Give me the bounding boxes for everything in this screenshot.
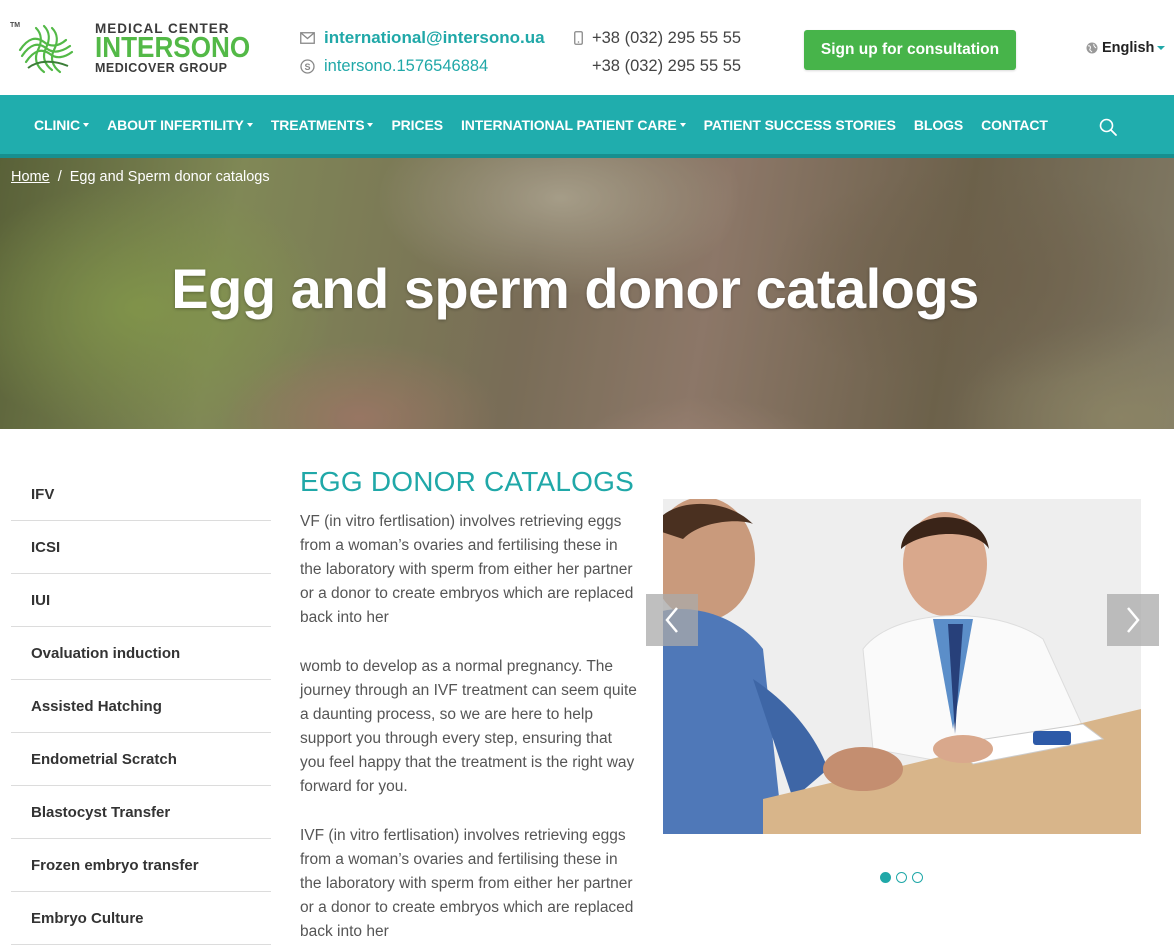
nav-item-contact[interactable]: CONTACT: [972, 117, 1057, 133]
nav-item-label: CONTACT: [981, 116, 1048, 133]
phone-number-1[interactable]: +38 (032) 295 55 55: [592, 29, 741, 48]
nav-item-label: PRICES: [391, 116, 443, 133]
sidebar-item-endometrial-scratch[interactable]: Endometrial Scratch: [11, 733, 271, 786]
phone-numbers: +38 (032) 295 55 55 +38 (032) 295 55 55: [574, 24, 741, 80]
phone-row-2: +38 (032) 295 55 55: [574, 52, 741, 80]
breadcrumb-current: Egg and Sperm donor catalogs: [69, 169, 270, 185]
contact-links: international@intersono.ua S intersono.1…: [300, 24, 545, 80]
site-header: TM MEDICAL CENTER INTERSONO MEDICOVER GR…: [0, 0, 1174, 95]
nav-item-prices[interactable]: PRICES: [382, 117, 452, 133]
content-paragraph: womb to develop as a normal pregnancy. T…: [300, 658, 637, 795]
language-selector[interactable]: English: [1086, 40, 1166, 56]
carousel-next-button[interactable]: [1107, 594, 1159, 646]
sign-up-consultation-button[interactable]: Sign up for consultation: [804, 30, 1016, 70]
sidebar-item-ovaluation-induction[interactable]: Ovaluation induction: [11, 627, 271, 680]
phone-number-2[interactable]: +38 (032) 295 55 55: [592, 57, 741, 76]
envelope-icon: [300, 32, 324, 44]
logo-text-group: MEDICOVER GROUP: [95, 61, 228, 75]
image-carousel: [646, 499, 1159, 834]
carousel-dot[interactable]: [880, 872, 891, 883]
sidebar-item-iui[interactable]: IUI: [11, 574, 271, 627]
language-label: English: [1102, 40, 1155, 56]
svg-text:S: S: [304, 62, 310, 72]
nav-item-label: PATIENT SUCCESS STORIES: [703, 116, 896, 133]
nav-item-label: CLINIC: [34, 116, 81, 133]
search-icon[interactable]: [1098, 117, 1118, 137]
carousel-prev-button[interactable]: [646, 594, 698, 646]
sidebar-item-blastocyst-transfer[interactable]: Blastocyst Transfer: [11, 786, 271, 839]
breadcrumb-separator: /: [57, 169, 62, 185]
nav-item-clinic[interactable]: CLINIC: [25, 117, 98, 133]
nav-item-treatments[interactable]: TREATMENTS: [262, 117, 383, 133]
nav-menu: CLINIC ABOUT INFERTILITY TREATMENTS PRICES I…: [25, 95, 1057, 154]
phone-row-1: +38 (032) 295 55 55: [574, 24, 741, 52]
nav-item-blogs[interactable]: BLOGS: [905, 117, 972, 133]
sidebar-item-frozen-embryo-transfer[interactable]: Frozen embryo transfer: [11, 839, 271, 892]
sidebar-item-embryo-culture[interactable]: Embryo Culture: [11, 892, 271, 945]
section-heading: EGG DONOR CATALOGS: [300, 466, 634, 497]
nav-item-label: BLOGS: [913, 116, 964, 133]
page-title: Egg and sperm donor catalogs: [171, 257, 979, 320]
hero-banner: Home / Egg and Sperm donor catalogs Egg …: [0, 158, 1174, 429]
nav-item-label: INTERNATIONAL PATIENT CARE: [460, 116, 677, 133]
breadcrumb: Home / Egg and Sperm donor catalogs: [11, 169, 270, 185]
content-paragraph: VF (in vitro fertlisation) involves retr…: [300, 513, 634, 626]
skype-icon: S: [300, 58, 324, 74]
sidebar-item-assisted-hatching[interactable]: Assisted Hatching: [11, 680, 271, 733]
carousel-slide-image: [663, 499, 1141, 834]
chevron-left-icon: [665, 607, 678, 633]
sidebar-item-icsi[interactable]: ICSI: [11, 521, 271, 574]
nav-item-label: ABOUT INFERTILITY: [107, 116, 244, 133]
mobile-phone-icon: [574, 31, 592, 45]
doctor-consultation-image: [663, 499, 1141, 834]
sidebar-item-ifv[interactable]: IFV: [11, 468, 271, 521]
carousel-dot[interactable]: [896, 872, 907, 883]
logo-mark-icon: [18, 24, 74, 74]
carousel-dot[interactable]: [912, 872, 923, 883]
email-row: international@intersono.ua: [300, 24, 545, 52]
chevron-down-icon: [246, 122, 253, 127]
chevron-down-icon: [83, 122, 90, 127]
globe-icon: [1086, 42, 1098, 54]
main-content: EGG DONOR CATALOGS VF (in vitro fertlisa…: [300, 466, 640, 948]
nav-item-label: TREATMENTS: [270, 116, 365, 133]
skype-link[interactable]: intersono.1576546884: [324, 57, 488, 76]
breadcrumb-home-link[interactable]: Home: [11, 169, 50, 185]
carousel-pagination: [880, 872, 923, 883]
nav-item-international-patient-care[interactable]: INTERNATIONAL PATIENT CARE: [452, 117, 695, 133]
chevron-right-icon: [1127, 607, 1140, 633]
skype-row: S intersono.1576546884: [300, 52, 545, 80]
nav-item-patient-success-stories[interactable]: PATIENT SUCCESS STORIES: [695, 117, 905, 133]
logo[interactable]: TM MEDICAL CENTER INTERSONO MEDICOVER GR…: [10, 20, 250, 78]
chevron-down-icon: [679, 122, 686, 127]
content-paragraph: IVF (in vitro fertlisation) involves ret…: [300, 827, 634, 940]
chevron-down-icon: [367, 122, 374, 127]
email-link[interactable]: international@intersono.ua: [324, 28, 545, 48]
nav-item-about-infertility[interactable]: ABOUT INFERTILITY: [98, 117, 262, 133]
treatments-sidebar: IFV ICSI IUI Ovaluation induction Assisted H…: [11, 468, 271, 945]
main-navigation: CLINIC ABOUT INFERTILITY TREATMENTS PRICES I…: [0, 95, 1174, 158]
chevron-down-icon: [1157, 46, 1166, 50]
